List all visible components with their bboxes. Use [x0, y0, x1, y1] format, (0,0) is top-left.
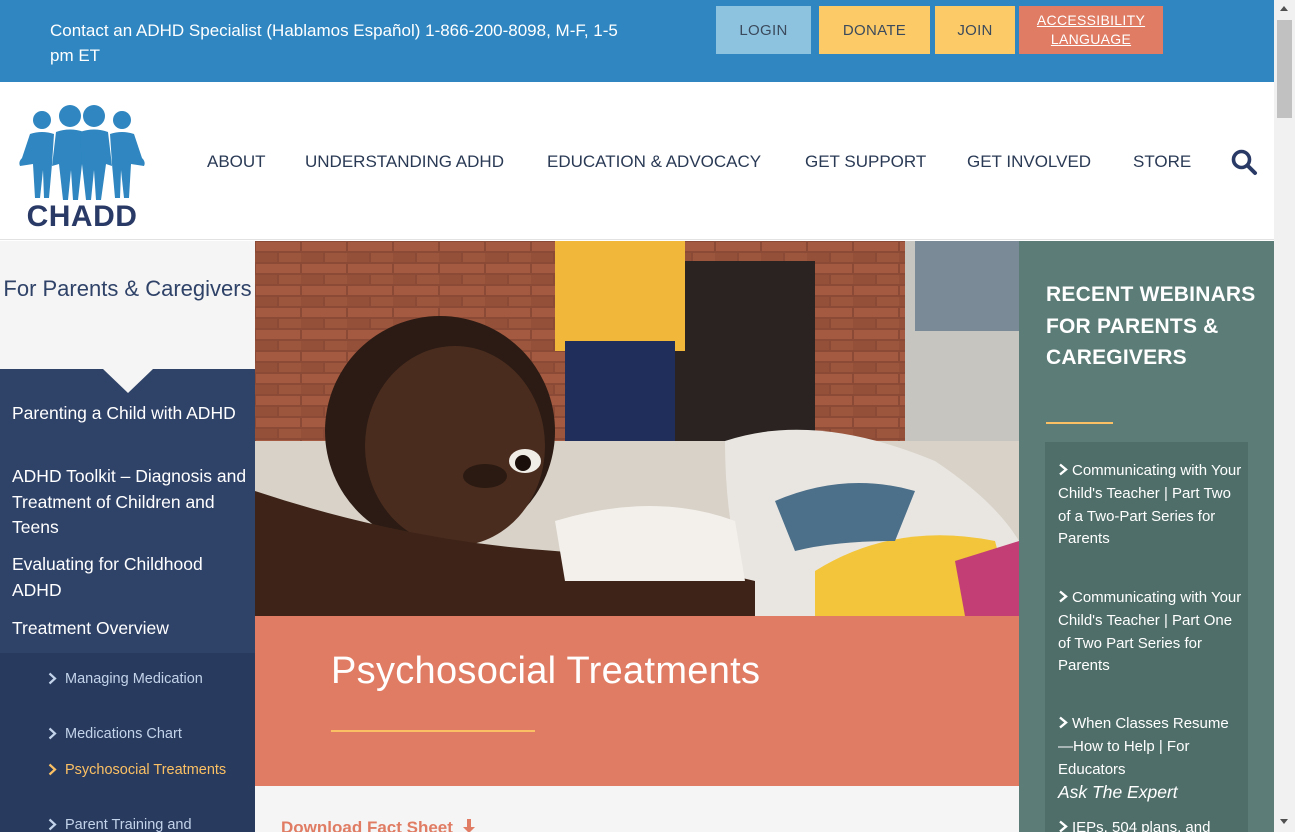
donate-button[interactable]: DONATE	[819, 6, 930, 54]
language-link[interactable]: LANGUAGE	[1051, 30, 1131, 49]
subnav-item-psychosocial-treatments[interactable]: Psychosocial Treatments	[48, 760, 240, 780]
sidebar-item-evaluating[interactable]: Evaluating for Childhood ADHD	[12, 552, 247, 603]
webinars-list: Communicating with Your Child's Teacher …	[1045, 442, 1248, 832]
section-sidebar: For Parents & Caregivers Parenting a Chi…	[0, 241, 255, 832]
webinar-tag: Ask The Expert	[1058, 782, 1178, 803]
contact-info: Contact an ADHD Specialist (Hablamos Esp…	[50, 21, 618, 65]
chevron-right-icon	[48, 727, 57, 740]
join-button[interactable]: JOIN	[935, 6, 1015, 54]
webinar-item[interactable]: When Classes Resume—How to Help | For Ed…	[1058, 713, 1242, 804]
webinars-heading: RECENT WEBINARS FOR PARENTS & CAREGIVERS	[1046, 283, 1256, 369]
sidebar-item-adhd-toolkit[interactable]: ADHD Toolkit – Diagnosis and Treatment o…	[12, 464, 247, 541]
subnav-label: Parent Training and	[65, 817, 192, 832]
title-rule	[331, 730, 535, 732]
chevron-right-icon	[1059, 716, 1068, 729]
page: Contact an ADHD Specialist (Hablamos Esp…	[0, 0, 1295, 832]
webinar-title: IEPs, 504 plans, and	[1072, 819, 1211, 832]
chevron-right-icon	[1059, 820, 1068, 832]
nav-understanding-adhd[interactable]: UNDERSTANDING ADHD	[305, 152, 504, 172]
nav-store[interactable]: STORE	[1133, 152, 1191, 172]
download-label: Download Fact Sheet	[281, 818, 453, 832]
subnav-item-managing-medication[interactable]: Managing Medication	[48, 669, 240, 689]
nav-education-advocacy[interactable]: EDUCATION & ADVOCACY	[547, 152, 761, 172]
chevron-right-icon	[48, 672, 57, 685]
nav-about[interactable]: ABOUT	[207, 152, 266, 172]
top-bar: Contact an ADHD Specialist (Hablamos Esp…	[0, 0, 1274, 82]
subnav-label: Psychosocial Treatments	[65, 762, 227, 778]
webinar-title: Communicating with Your Child's Teacher …	[1058, 589, 1242, 675]
webinars-heading-rule	[1046, 422, 1113, 424]
scroll-down-arrow-icon[interactable]	[1280, 819, 1288, 824]
subnav-label: Managing Medication	[65, 671, 203, 687]
recent-webinars-sidebar: RECENT WEBINARS FOR PARENTS & CAREGIVERS…	[1019, 241, 1274, 832]
sidebar-item-parenting[interactable]: Parenting a Child with ADHD	[12, 401, 247, 427]
nav-get-involved[interactable]: GET INVOLVED	[967, 152, 1091, 172]
subnav-label: Medications Chart	[65, 726, 182, 742]
chevron-right-icon	[48, 763, 57, 776]
sidebar-subnav: Managing Medication Medications Chart Ps…	[0, 653, 255, 832]
webinar-title: Communicating with Your Child's Teacher …	[1058, 462, 1242, 548]
page-scrollbar[interactable]	[1274, 0, 1295, 832]
site-header: CHADD ABOUT UNDERSTANDING ADHD EDUCATION…	[0, 82, 1274, 240]
subnav-item-parent-training[interactable]: Parent Training and	[48, 815, 240, 832]
login-button[interactable]: LOGIN	[716, 6, 811, 54]
hero-image	[255, 241, 1019, 616]
webinar-title: When Classes Resume—How to Help | For Ed…	[1058, 715, 1229, 778]
sidebar-pointer	[103, 369, 153, 393]
sidebar-item-treatment-overview[interactable]: Treatment Overview	[12, 616, 247, 642]
webinar-item[interactable]: IEPs, 504 plans, and	[1058, 817, 1242, 832]
chevron-right-icon	[1059, 463, 1068, 476]
page-title: Psychosocial Treatments	[331, 650, 761, 692]
page-title-band: Psychosocial Treatments	[255, 616, 1019, 786]
webinar-item[interactable]: Communicating with Your Child's Teacher …	[1058, 587, 1242, 678]
download-fact-sheet-link[interactable]: Download Fact Sheet	[281, 818, 476, 832]
scrollbar-thumb[interactable]	[1277, 20, 1292, 118]
download-arrow-icon	[462, 819, 475, 832]
chevron-right-icon	[1059, 590, 1068, 603]
subnav-item-medications-chart[interactable]: Medications Chart	[48, 724, 240, 744]
chevron-right-icon	[48, 818, 57, 831]
search-icon[interactable]	[1230, 148, 1258, 176]
sidebar-header: For Parents & Caregivers	[0, 241, 255, 369]
webinar-item[interactable]: Communicating with Your Child's Teacher …	[1058, 460, 1242, 551]
accessibility-language-button[interactable]: ACCESSIBILITY LANGUAGE	[1019, 6, 1163, 54]
nav-get-support[interactable]: GET SUPPORT	[805, 152, 926, 172]
logo-wordmark: CHADD	[26, 200, 138, 233]
sidebar-title: For Parents & Caregivers	[3, 276, 252, 301]
content-area: Download Fact Sheet	[255, 786, 1019, 832]
scroll-up-arrow-icon[interactable]	[1280, 6, 1288, 11]
accessibility-link[interactable]: ACCESSIBILITY	[1037, 11, 1145, 30]
